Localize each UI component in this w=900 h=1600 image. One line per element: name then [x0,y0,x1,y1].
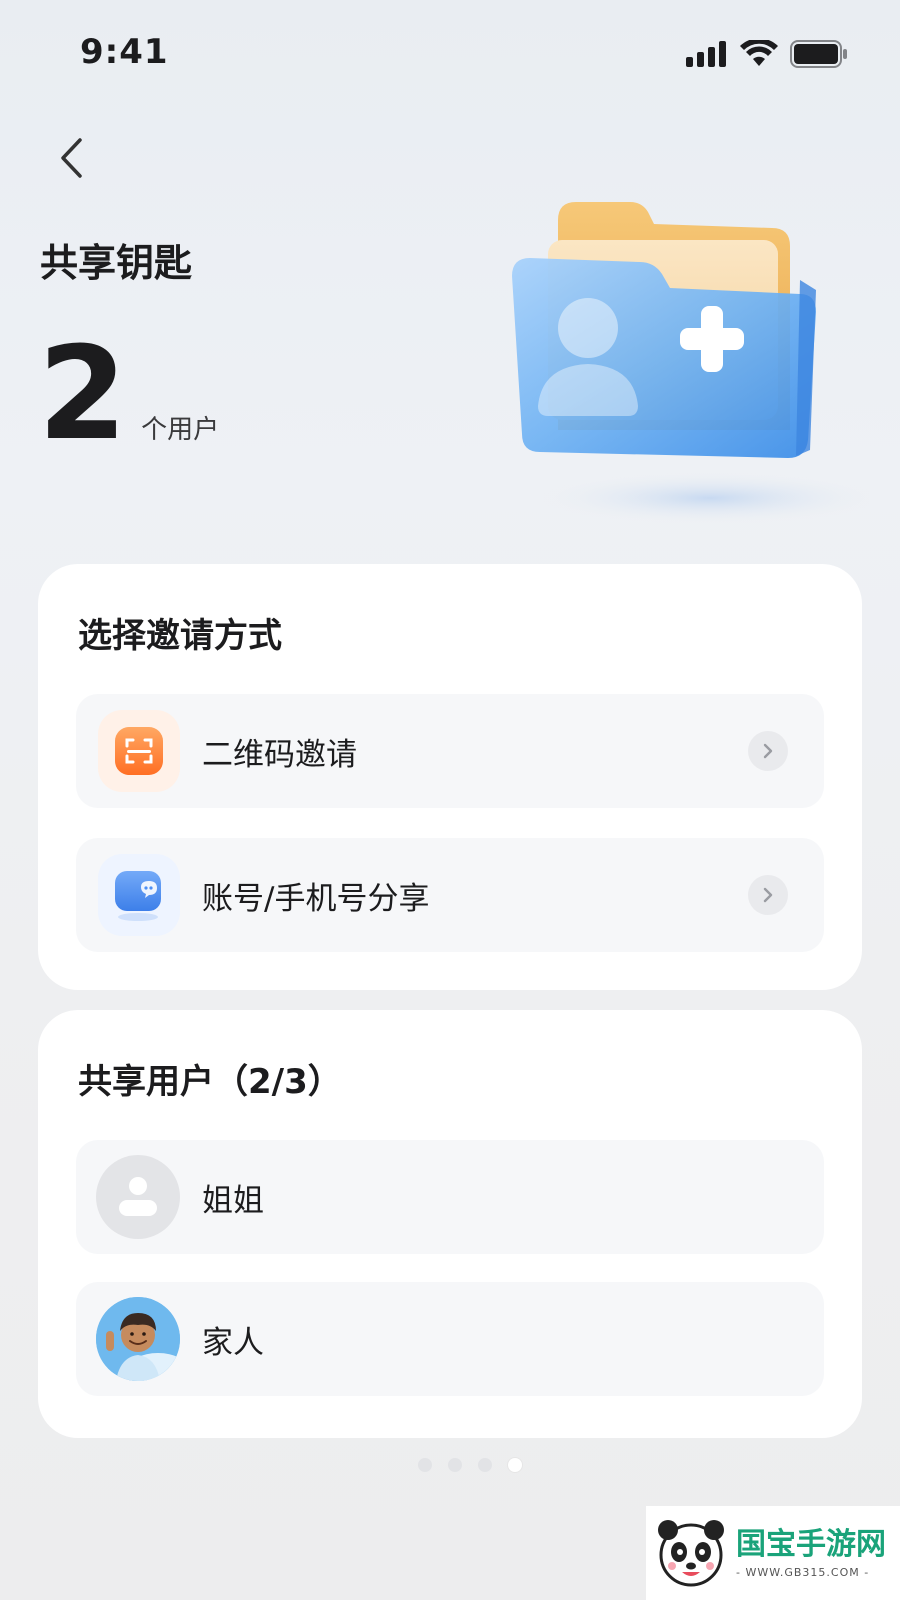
avatar [96,1155,180,1239]
qr-invite-label: 二维码邀请 [202,736,357,773]
status-bar: 9:41 [0,0,900,110]
user-count-number: 2 [38,320,128,469]
chevron-left-icon [61,138,82,178]
page-indicator [0,1458,900,1472]
wifi-icon [740,40,778,66]
default-avatar-icon [119,1177,157,1216]
page-dot[interactable] [418,1458,432,1472]
account-share-option[interactable]: 账号/手机号分享 [76,838,824,952]
shared-user-row[interactable]: 家人 [76,1282,824,1396]
shared-user-name: 姐姐 [202,1182,264,1219]
qr-invite-arrow [748,731,788,771]
chat-share-icon [115,871,161,921]
avatar [96,1297,180,1381]
qr-scan-icon [115,727,163,775]
battery-icon [790,40,847,68]
page-title: 共享钥匙 [40,241,193,285]
qr-invite-option[interactable]: 二维码邀请 [76,694,824,808]
status-icons [686,40,848,68]
watermark-text-block: 国宝手游网 - WWW.GB315.COM - [736,1526,886,1579]
shared-folder-illustration [490,180,880,540]
panda-logo-icon [658,1520,724,1587]
qr-icon-tile [98,710,180,792]
user-count-unit: 个用户 [141,415,220,445]
shared-user-name: 家人 [202,1324,264,1361]
shared-users-card: 共享用户（2/3） 姐姐 家人 [38,1010,862,1438]
invite-method-title: 选择邀请方式 [78,616,282,656]
cartoon-avatar [96,1297,180,1381]
user-count: 2 个用户 [38,330,219,460]
shared-users-title: 共享用户（2/3） [78,1062,342,1102]
watermark-brand: 国宝手游网 [736,1526,886,1562]
signal-icon [686,41,726,67]
chevron-right-icon [763,887,773,903]
chevron-right-icon [763,743,773,759]
shared-user-row[interactable]: 姐姐 [76,1140,824,1254]
invite-method-card: 选择邀请方式 二维码邀请 账号/手机号分享 [38,564,862,990]
account-share-label: 账号/手机号分享 [202,880,430,917]
account-share-arrow [748,875,788,915]
status-time: 9:41 [80,32,169,72]
back-button[interactable] [46,130,96,186]
share-icon-tile [98,854,180,936]
page-dot-active[interactable] [508,1458,522,1472]
watermark-url: - WWW.GB315.COM - [736,1565,870,1579]
folder-add-user-icon [512,202,880,524]
watermark: 国宝手游网 - WWW.GB315.COM - [646,1506,900,1600]
page-dot[interactable] [448,1458,462,1472]
page-dot[interactable] [478,1458,492,1472]
